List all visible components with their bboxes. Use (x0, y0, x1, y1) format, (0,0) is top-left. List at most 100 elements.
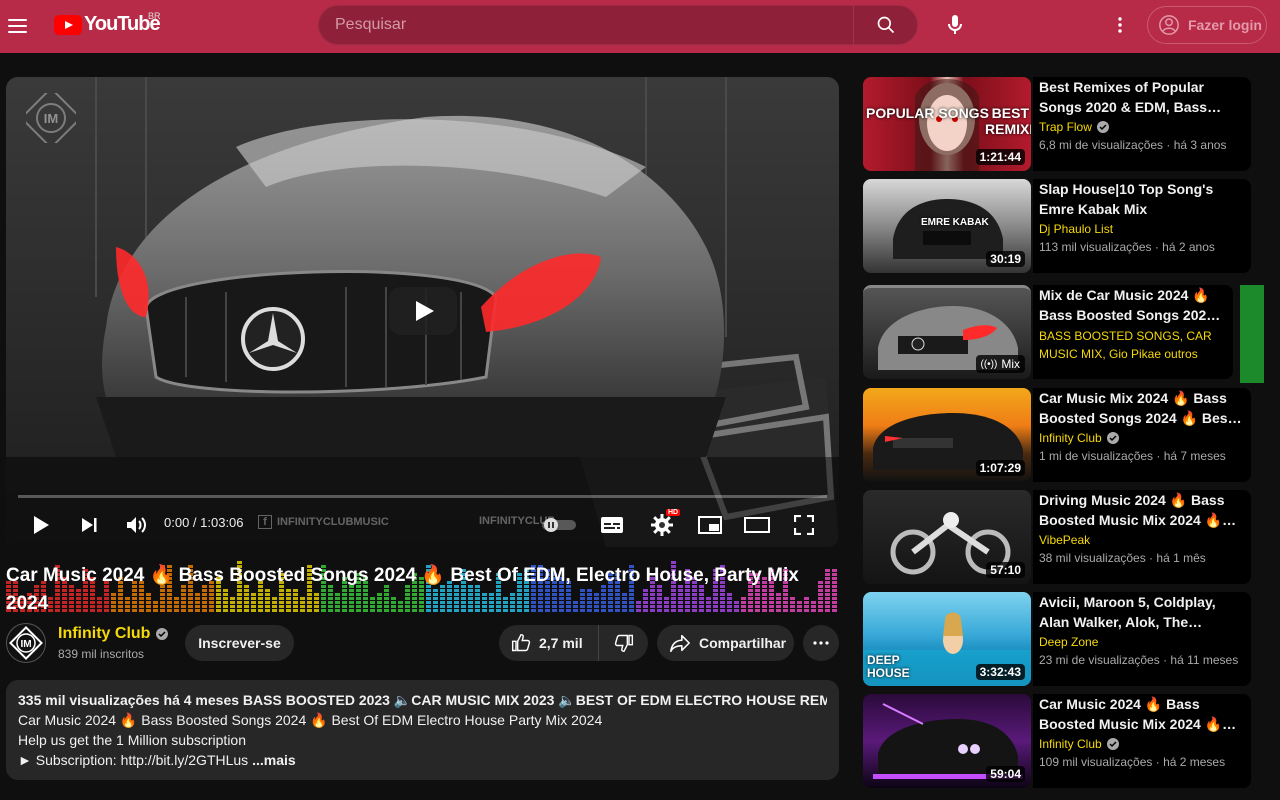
channel-name[interactable]: Infinity Club (1039, 736, 1245, 752)
facebook-icon: f (258, 515, 272, 529)
top-bar: YouTube BR Fazer login (0, 0, 1280, 53)
progress-bar[interactable] (18, 495, 827, 498)
video-thumbnail[interactable]: POPULAR SONGS BEST REMIXES 1:21:44 (863, 77, 1031, 171)
voice-search-button[interactable] (936, 6, 974, 44)
fullscreen-icon (794, 515, 814, 535)
channel-name[interactable]: Trap Flow (1039, 119, 1245, 135)
search-input[interactable] (319, 6, 853, 44)
volume-icon (127, 517, 146, 533)
play-icon (34, 516, 49, 534)
radio-waves-icon: ((•)) (980, 358, 998, 370)
menu-icon[interactable] (8, 11, 28, 41)
channel-name-text: Trap Flow (1039, 120, 1092, 134)
autoplay-toggle[interactable] (539, 507, 579, 543)
thumbnail-right-text: BEST REMIXES (985, 105, 1031, 137)
channel-name[interactable]: Dj Phaulo List (1039, 221, 1245, 237)
view-count: 6,8 mi de visualizações (1039, 138, 1164, 152)
channel-name-text: VibePeak (1039, 533, 1091, 547)
upload-age: há 2 anos (1162, 240, 1215, 254)
share-button[interactable]: Compartilhar (657, 625, 794, 661)
volume-button[interactable] (122, 507, 152, 543)
fullscreen-button[interactable] (788, 507, 820, 543)
settings-button[interactable]: HD (646, 507, 681, 543)
recommended-video[interactable]: DEEP HOUSE 3:32:43 Avicii, Maroon 5, Col… (863, 592, 1264, 686)
video-title: Car Music 2024 🔥 Bass Boosted Songs 2024… (6, 565, 799, 614)
channel-name[interactable]: Deep Zone (1039, 634, 1245, 650)
mix-title: Mix de Car Music 2024 🔥 Bass Boosted Son… (1039, 287, 1215, 323)
recommended-video[interactable]: EMRE KABAK 30:19 Slap House|10 Top Song'… (863, 179, 1264, 273)
hd-badge: HD (666, 509, 681, 516)
channel-name[interactable]: VibePeak (1039, 532, 1245, 548)
channel-name[interactable]: Infinity Club (1039, 430, 1245, 446)
video-stats: 113 mil visualizações · há 2 anos (1039, 240, 1215, 254)
search-icon (877, 16, 894, 34)
description-line-3: ► Subscription: http://bit.ly/2GTHLus ..… (18, 750, 827, 770)
like-dislike-group: 2,7 mil (499, 625, 648, 661)
show-more-link[interactable]: ...mais (248, 752, 296, 768)
dislike-button[interactable] (599, 625, 648, 661)
video-stats: 109 mil visualizações · há 2 meses (1039, 755, 1226, 769)
share-icon (670, 634, 690, 653)
like-button[interactable]: 2,7 mil (499, 625, 599, 661)
mix-thumbnail[interactable]: ((•)) Mix (863, 285, 1031, 379)
video-player[interactable]: IM 0:00 / 1:03:06 f INFINITYCLUBMUSIC IN… (6, 77, 839, 547)
login-button[interactable]: Fazer login (1147, 6, 1267, 44)
title-band: Car Music 2024 🔥 Bass Boosted Songs 2024… (6, 558, 839, 614)
description-box[interactable]: 335 mil visualizações há 4 meses BASS BO… (6, 680, 839, 780)
video-duration: 59:04 (986, 766, 1025, 782)
video-thumbnail[interactable]: 57:10 (863, 490, 1031, 584)
recommended-video[interactable]: POPULAR SONGS BEST REMIXES 1:21:44 Best … (863, 77, 1264, 171)
verified-icon (156, 628, 169, 640)
channel-name-text: Dj Phaulo List (1039, 222, 1114, 236)
youtube-play-icon (54, 14, 82, 35)
large-play-button[interactable] (389, 287, 457, 335)
settings-menu-button[interactable] (1104, 6, 1136, 44)
search-button[interactable] (853, 6, 917, 44)
video-title: Avicii, Maroon 5, Coldplay, Alan Walker,… (1039, 594, 1216, 630)
search-box (318, 5, 918, 45)
video-thumbnail[interactable]: EMRE KABAK 30:19 (863, 179, 1031, 273)
youtube-logo[interactable]: YouTube BR (54, 11, 161, 36)
channel-name-text: Deep Zone (1039, 635, 1099, 649)
player-controls: 0:00 / 1:03:06 f INFINITYCLUBMUSIC INFIN… (6, 501, 839, 547)
upload-age: há 11 meses (1170, 653, 1239, 667)
view-count: 109 mil visualizações (1039, 755, 1153, 769)
video-thumbnail[interactable]: DEEP HOUSE 3:32:43 (863, 592, 1031, 686)
video-stats: 38 mil visualizações · há 1 mês (1039, 551, 1206, 565)
subscribe-label: Inscrever-se (198, 635, 281, 651)
recommended-video[interactable]: 59:04 Car Music 2024 🔥 Bass Boosted Musi… (863, 694, 1264, 788)
channel-name-text: Infinity Club (58, 625, 151, 642)
facebook-watermark-text: INFINITYCLUBMUSIC (277, 516, 389, 528)
video-stats: 23 mi de visualizações · há 11 meses (1039, 653, 1239, 667)
subscribe-button[interactable]: Inscrever-se (185, 625, 294, 661)
play-button[interactable] (26, 507, 56, 543)
subtitles-button[interactable] (596, 507, 628, 543)
mix-label: Mix (1001, 357, 1020, 371)
channel-logo-icon: IM (9, 626, 43, 660)
skip-next-icon (82, 518, 97, 532)
like-count: 2,7 mil (539, 635, 583, 651)
miniplayer-button[interactable] (694, 507, 726, 543)
channel-name-text: Infinity Club (1039, 737, 1102, 751)
channel-avatar[interactable]: IM (6, 623, 46, 663)
thumbnail-left-text: POPULAR SONGS (866, 105, 989, 121)
thumbnail-text: EMRE KABAK (921, 217, 989, 228)
view-count: 23 mi de visualizações (1039, 653, 1160, 667)
video-stats: 6,8 mi de visualizações · há 3 anos (1039, 138, 1227, 152)
video-stats: 1 mi de visualizações · há 7 meses (1039, 449, 1226, 463)
upload-age: há 2 meses (1163, 755, 1226, 769)
more-actions-button[interactable] (803, 625, 839, 661)
channel-name[interactable]: Infinity Club (58, 625, 169, 643)
recommended-mix[interactable]: ((•)) Mix Mix de Car Music 2024 🔥 Bass Bo… (863, 285, 1264, 379)
country-code: BR (148, 11, 161, 21)
svg-text:IM: IM (20, 639, 31, 650)
theater-mode-button[interactable] (741, 507, 773, 543)
recommended-video[interactable]: 1:07:29 Car Music Mix 2024 🔥 Bass Booste… (863, 388, 1264, 482)
recommended-video[interactable]: 57:10 Driving Music 2024 🔥 Bass Boosted … (863, 490, 1264, 584)
video-thumbnail[interactable]: 59:04 (863, 694, 1031, 788)
video-thumbnail[interactable]: 1:07:29 (863, 388, 1031, 482)
mix-badge: ((•)) Mix (975, 355, 1025, 373)
next-button[interactable] (74, 507, 104, 543)
video-title: Slap House|10 Top Song's Emre Kabak Mix (1039, 181, 1214, 217)
description-line-2: Help us get the 1 Million subscription (18, 732, 247, 748)
